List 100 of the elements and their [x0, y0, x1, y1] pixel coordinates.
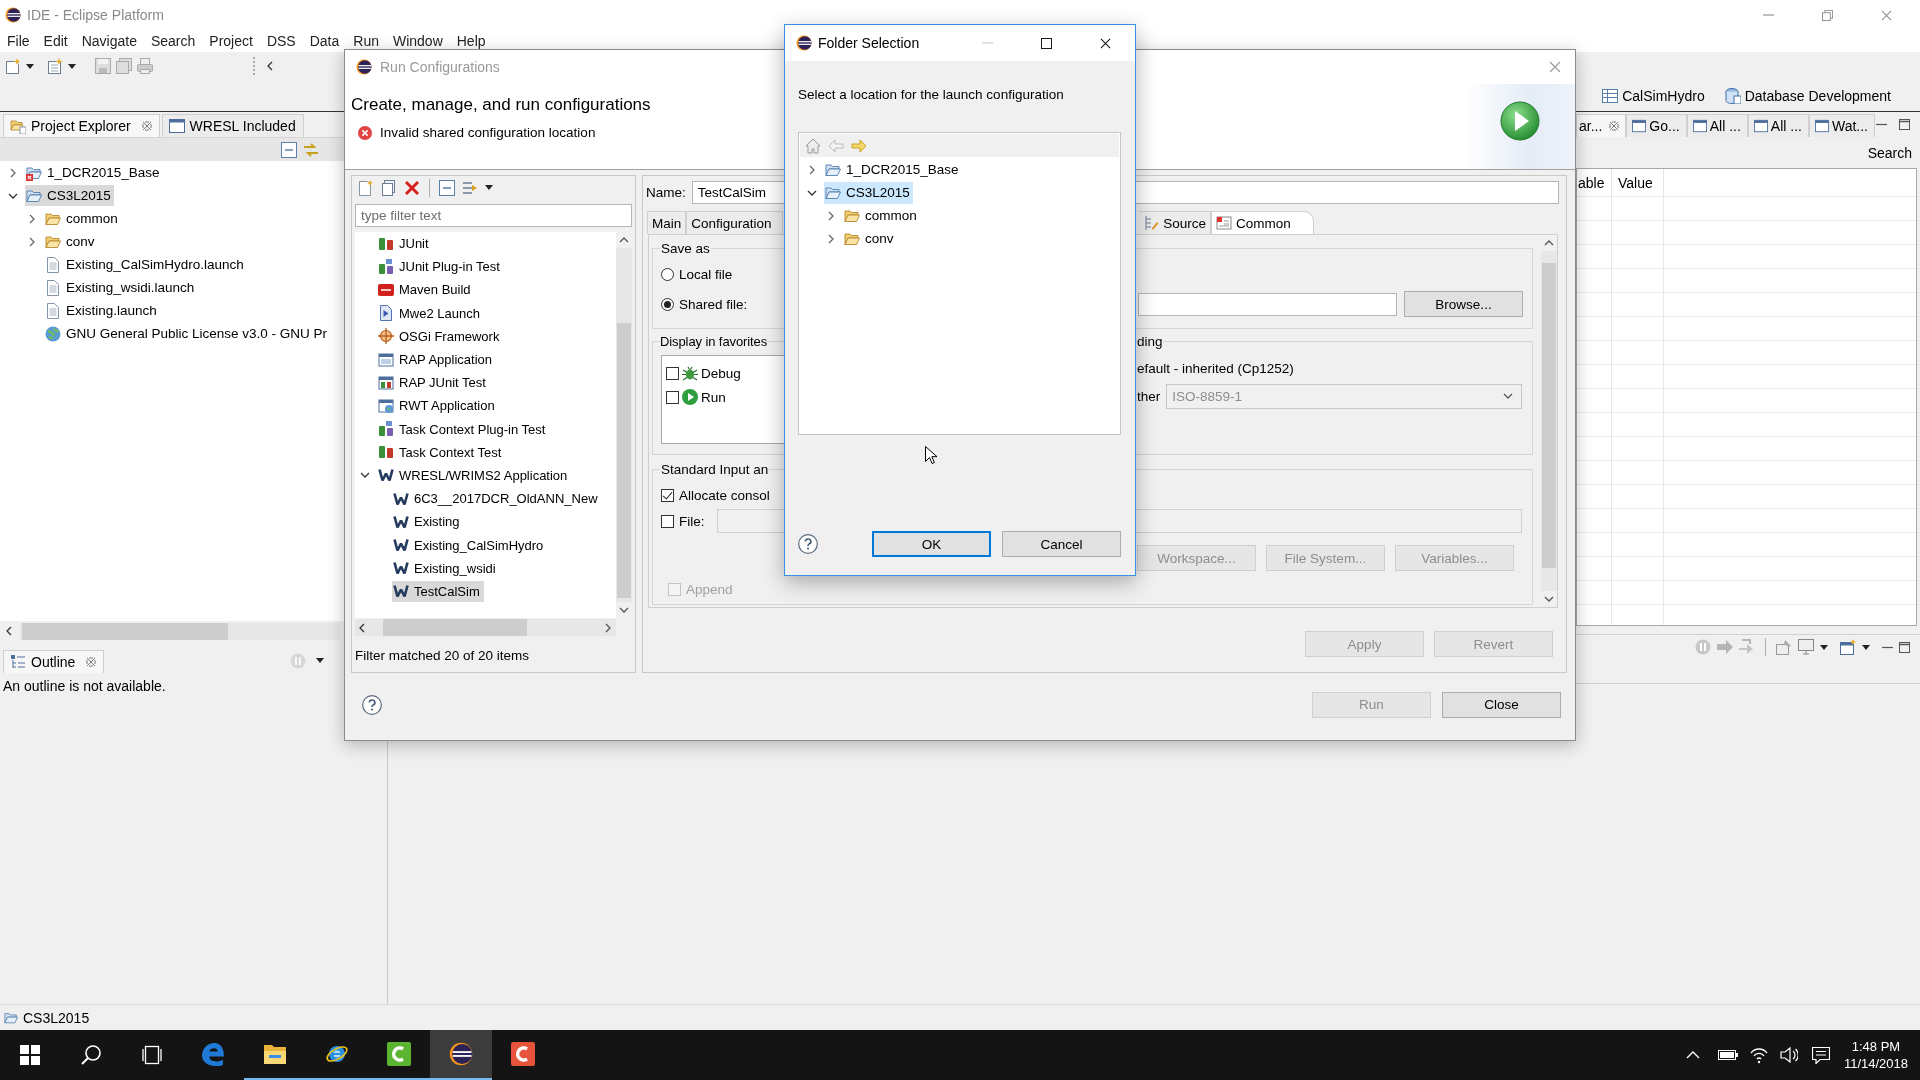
launch-type-item[interactable]: RAP Application [377, 349, 496, 371]
menu-item[interactable]: Search [143, 33, 203, 49]
volume-icon[interactable] [1779, 1046, 1798, 1064]
caret-icon[interactable] [1862, 644, 1870, 650]
chevron-icon[interactable] [807, 189, 817, 196]
menu-item[interactable]: Run [346, 33, 386, 49]
delete-icon[interactable] [404, 179, 420, 196]
horizontal-scrollbar[interactable] [355, 619, 616, 636]
launch-type-item[interactable]: OSGi Framework [377, 325, 504, 347]
new-page-icon[interactable] [47, 58, 63, 74]
tab[interactable]: Configuration [686, 211, 784, 234]
minimize-icon[interactable] [1876, 123, 1887, 126]
search-label[interactable]: Search [1867, 144, 1912, 161]
view-tab[interactable]: Project Explorer [3, 114, 160, 137]
caret-icon[interactable] [316, 658, 324, 663]
launch-type-item[interactable]: Task Context Plug-in Test [377, 418, 550, 440]
chevron-icon[interactable] [809, 164, 815, 175]
tab[interactable]: Source [1139, 211, 1212, 234]
chevron-left-icon[interactable] [267, 61, 273, 71]
cancel-button[interactable]: Cancel [1002, 531, 1121, 557]
close-button[interactable]: Close [1442, 691, 1561, 718]
launch-config-item[interactable]: Existing_wsidi [392, 557, 500, 579]
caret-icon[interactable] [68, 63, 76, 69]
caret-icon[interactable] [26, 63, 34, 69]
checkbox[interactable] [666, 390, 679, 404]
launch-config-item[interactable]: 6C3__2017DCR_OldANN_New [392, 488, 602, 510]
menu-item[interactable]: Navigate [74, 33, 144, 49]
duplicate-icon[interactable] [381, 179, 397, 196]
scroll-up-icon[interactable] [619, 237, 629, 243]
tree-item[interactable]: Existing_wsidi.launch [44, 277, 198, 298]
battery-icon[interactable] [1717, 1050, 1738, 1060]
clock-time[interactable]: 1:48 PM [1851, 1038, 1901, 1055]
shared-file-field[interactable] [1138, 292, 1397, 316]
radio-button[interactable] [661, 267, 674, 281]
chevron-up-icon[interactable] [1685, 1051, 1700, 1059]
new-file-icon[interactable] [5, 58, 21, 74]
view-tab[interactable]: ar... [1576, 114, 1627, 137]
clock-date[interactable]: 11/14/2018 [1843, 1055, 1908, 1072]
perspective-button[interactable]: Database Development [1721, 85, 1894, 106]
new-window-icon[interactable] [1840, 639, 1856, 655]
maximize-icon[interactable] [1041, 37, 1052, 49]
chevron-icon[interactable] [29, 213, 35, 224]
list-arrow-icon[interactable] [462, 179, 478, 196]
scroll-up-icon[interactable] [1544, 240, 1554, 246]
browse-button[interactable]: Browse... [1404, 291, 1523, 317]
tree-item[interactable]: common [843, 204, 920, 227]
caret-icon[interactable] [485, 185, 493, 190]
launch-type-item[interactable]: WRESL/WRIMS2 Application [377, 464, 572, 486]
maximize-icon[interactable] [1899, 641, 1910, 653]
notification-icon[interactable] [1811, 1046, 1830, 1064]
wifi-icon[interactable] [1749, 1046, 1768, 1064]
menu-item[interactable]: File [0, 33, 37, 49]
scroll-right-icon[interactable] [605, 622, 611, 633]
tree-item[interactable]: common [44, 208, 121, 229]
chevron-icon[interactable] [828, 233, 834, 244]
view-tab[interactable]: Outline [3, 650, 105, 673]
launch-config-item[interactable]: Existing_CalSimHydro [392, 534, 548, 556]
tree-item[interactable]: GNU General Public License v3.0 - GNU Pr [44, 323, 331, 344]
scroll-down-icon[interactable] [619, 607, 629, 613]
help-icon[interactable] [362, 694, 382, 715]
chevron-icon[interactable] [360, 472, 370, 479]
radio-button[interactable] [661, 297, 674, 311]
tree-item[interactable]: Existing_CalSimHydro.launch [44, 254, 247, 275]
chevron-icon[interactable] [8, 192, 18, 199]
checkbox[interactable] [666, 366, 679, 380]
menu-item[interactable]: Edit [36, 33, 75, 49]
tree-item[interactable]: conv [843, 227, 897, 250]
launch-type-item[interactable]: JUnit Plug-in Test [377, 256, 504, 278]
restore-icon[interactable] [1822, 9, 1833, 21]
tree-item[interactable]: conv [44, 231, 98, 252]
launch-type-item[interactable]: Task Context Test [377, 441, 506, 463]
checkbox[interactable] [661, 514, 674, 528]
ok-button[interactable]: OK [872, 531, 991, 557]
view-tab[interactable]: Wat... [1808, 114, 1875, 137]
collapse-all-icon[interactable] [281, 141, 297, 158]
new-page-icon[interactable] [358, 179, 374, 196]
chevron-icon[interactable] [828, 210, 834, 221]
help-icon[interactable] [798, 534, 818, 554]
collapse-all-icon[interactable] [439, 179, 455, 196]
tree-item[interactable]: Existing.launch [44, 300, 160, 321]
caret-icon[interactable] [1820, 644, 1828, 650]
launch-type-item[interactable]: JUnit [377, 233, 433, 255]
view-tab[interactable]: All ... [1686, 114, 1748, 137]
launch-type-item[interactable]: RWT Application [377, 395, 499, 417]
view-tab[interactable]: WRESL Included [161, 114, 304, 137]
menu-item[interactable]: Window [385, 33, 450, 49]
monitor-icon[interactable] [1798, 639, 1814, 655]
filter-field[interactable]: type filter text [355, 204, 632, 227]
scroll-left-icon[interactable] [359, 622, 365, 633]
checkbox[interactable] [661, 489, 674, 502]
tree-item[interactable]: 1_DCR2015_Base [25, 162, 163, 183]
view-tab[interactable]: Go... [1626, 114, 1687, 137]
chevron-icon[interactable] [10, 167, 16, 178]
horizontal-scrollbar[interactable] [20, 622, 340, 640]
perspective-button[interactable]: CalSimHydro [1599, 85, 1708, 106]
tree-item[interactable]: CS3L2015 [824, 181, 913, 204]
taskbar-app-button[interactable] [430, 1030, 492, 1080]
tree-item[interactable]: 1_DCR2015_Base [824, 158, 962, 181]
minimize-icon[interactable] [1882, 645, 1893, 649]
launch-config-item[interactable]: Existing [392, 511, 464, 533]
